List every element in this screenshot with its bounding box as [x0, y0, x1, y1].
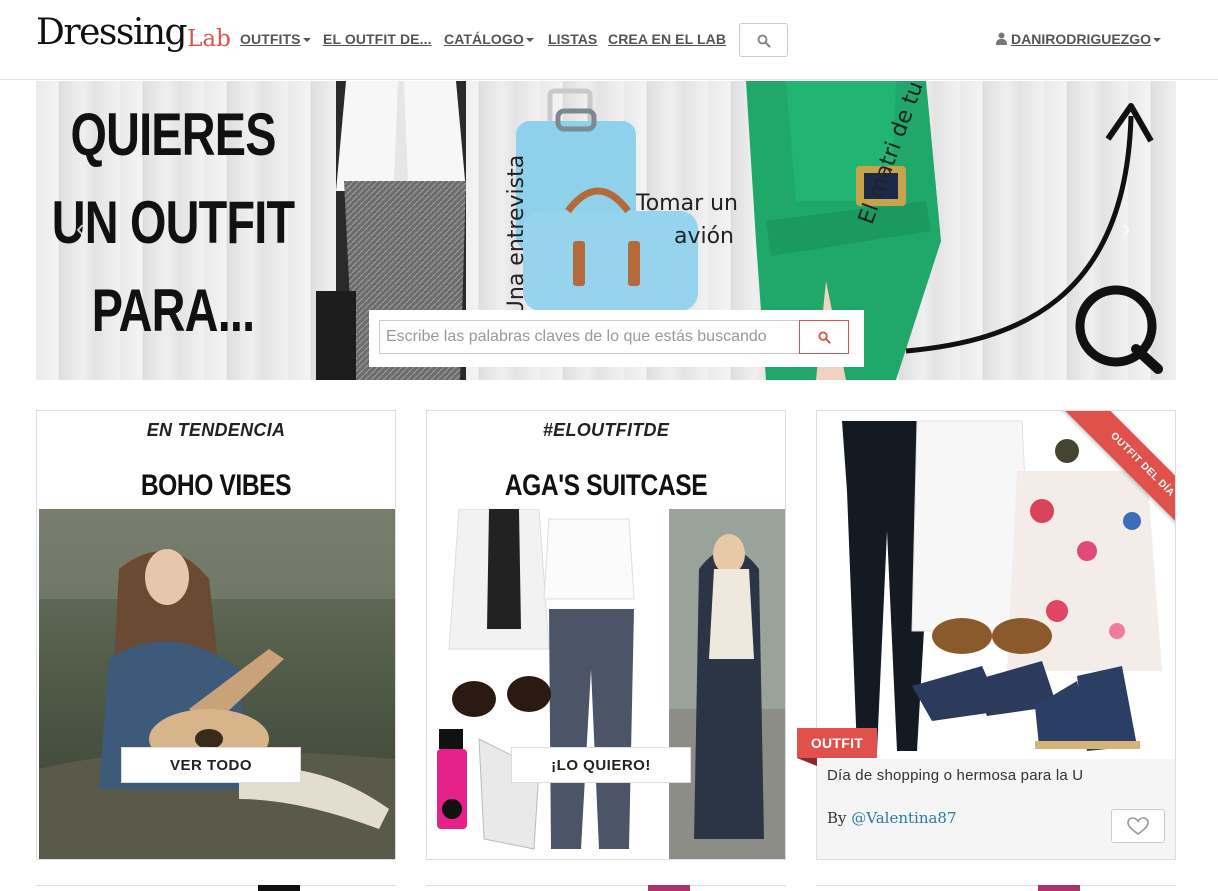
- card-title: BOHO VIBES: [140, 469, 292, 502]
- hero-search-input[interactable]: Escribe las palabras claves de lo que es…: [379, 320, 799, 354]
- next-card-edge: [36, 885, 396, 891]
- nav-crea-label: CREA EN EL LAB: [608, 31, 727, 47]
- nav-outfits[interactable]: OUTFITS: [240, 31, 311, 47]
- card-kicker: EN TENDENCIA: [146, 420, 286, 440]
- nav-listas-label: LISTAS: [548, 31, 598, 47]
- logo-lab: Lab: [187, 26, 231, 52]
- ver-todo-button[interactable]: VER TODO: [121, 747, 301, 783]
- suitcase-collage: [429, 509, 785, 859]
- nav-listas[interactable]: LISTAS: [548, 31, 597, 47]
- hero-phrase-plane-line2: avión: [673, 224, 735, 249]
- lo-quiero-button[interactable]: ¡LO QUIERO!: [511, 747, 691, 783]
- hero-phrase-plane: Tomar un avión: [636, 187, 738, 253]
- caret-down-icon: [302, 38, 311, 43]
- carousel-next-icon[interactable]: ›: [1122, 213, 1131, 244]
- outfit-tag-fold: [797, 758, 817, 766]
- nav-outfits-label: OUTFITS: [240, 31, 301, 47]
- hero-search-box: Escribe las palabras claves de lo que es…: [369, 310, 864, 367]
- next-card-edge: [426, 885, 786, 891]
- boho-photo: [39, 509, 395, 859]
- like-button[interactable]: [1111, 809, 1165, 843]
- logo-dressing: Dressing: [36, 12, 188, 53]
- search-icon: [818, 331, 831, 344]
- card-kicker: #ELOUTFITDE: [542, 420, 670, 440]
- top-navbar: DressingLab OUTFITS EL OUTFIT DE... CATÁ…: [0, 0, 1218, 80]
- outfit-tag: OUTFIT: [797, 728, 877, 758]
- nav-el-outfit-de-label: EL OUTFIT DE...: [323, 31, 432, 47]
- outfit-collage: OUTFIT DEL DÍA: [817, 411, 1175, 759]
- logo[interactable]: DressingLab: [36, 12, 231, 56]
- hero-phrase-plane-line1: Tomar un: [636, 191, 738, 216]
- hero-phrase-interview: Una entrevista: [504, 154, 530, 317]
- next-card-tab: [648, 885, 690, 891]
- card-title: AGA'S SUITCASE: [504, 469, 708, 502]
- nav-el-outfit-de[interactable]: EL OUTFIT DE...: [323, 31, 432, 47]
- byline-prefix: By: [827, 809, 852, 827]
- trend-card[interactable]: EN TENDENCIA BOHO VIBES VER TODO: [36, 410, 396, 860]
- hero-banner: QUIERES UN OUTFIT PARA... Una entrevista…: [36, 81, 1176, 380]
- outfit-description[interactable]: Día de shopping o hermosa para la U: [827, 767, 1083, 784]
- nav-catalogo-label: CATÁLOGO: [444, 31, 524, 47]
- el-outfit-de-card[interactable]: #ELOUTFITDE AGA'S SUITCASE ¡LO QUIERO!: [426, 410, 786, 860]
- hero-title-line: PARA...: [91, 277, 255, 344]
- caret-down-icon: [525, 38, 534, 43]
- outfit-byline: By @Valentina87: [827, 809, 957, 827]
- author-handle-link[interactable]: @Valentina87: [851, 809, 956, 827]
- arrow-up-illustration: [905, 103, 1163, 374]
- nav-catalogo[interactable]: CATÁLOGO: [444, 31, 534, 47]
- hero-title-line: QUIERES: [70, 101, 276, 168]
- hero-search-button[interactable]: [799, 320, 849, 354]
- user-icon: [996, 32, 1007, 45]
- next-card-edge: [816, 885, 1176, 891]
- carousel-prev-icon[interactable]: ‹: [76, 213, 85, 244]
- caret-down-icon: [1153, 38, 1161, 43]
- outfit-card[interactable]: OUTFIT DEL DÍA Día de shopping o hermosa…: [816, 410, 1176, 860]
- search-icon: [757, 34, 771, 48]
- heart-icon: [1127, 817, 1149, 835]
- nav-crea-en-el-lab[interactable]: CREA EN EL LAB: [608, 31, 726, 47]
- next-card-tab: [1038, 885, 1080, 891]
- nav-search-button[interactable]: [739, 23, 788, 57]
- next-card-tab: [258, 885, 300, 891]
- user-menu[interactable]: DANIRODRIGUEZGO: [996, 31, 1161, 47]
- user-name: DANIRODRIGUEZGO: [1011, 31, 1151, 47]
